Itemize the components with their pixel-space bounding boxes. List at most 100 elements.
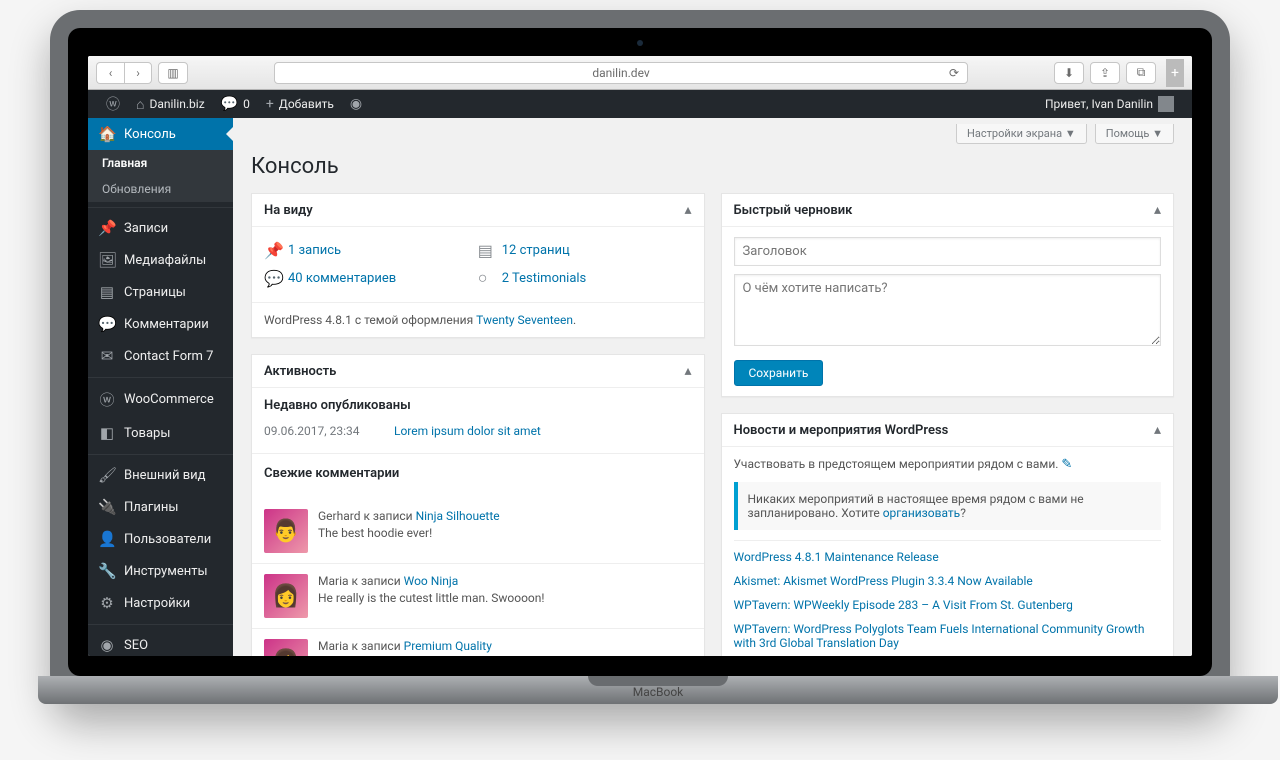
published-item: 09.06.2017, 23:34 Lorem ipsum dolor sit … <box>264 421 692 441</box>
menu-label: Консоль <box>124 127 176 142</box>
news-item: WPTavern: WordPress Polyglots Team Fuels… <box>734 617 1162 655</box>
new-tab-button[interactable]: + <box>1166 59 1184 87</box>
menu-users[interactable]: 👤Пользователи <box>88 523 233 555</box>
plus-icon: + <box>266 96 274 112</box>
theme-link[interactable]: Twenty Seventeen <box>476 313 573 327</box>
page-title: Консоль <box>251 154 1174 179</box>
back-button[interactable]: ‹ <box>96 62 124 84</box>
wp-logo[interactable]: ⓦ <box>98 90 128 118</box>
screen-options-button[interactable]: Настройки экрана ▼ <box>956 124 1087 144</box>
comment-post-link[interactable]: Premium Quality <box>404 639 492 653</box>
wp-version: WordPress 4.8.1 с темой оформления Twent… <box>252 302 704 337</box>
wp-adminbar: ⓦ ⌂Danilin.biz 💬0 +Добавить ◉ Привет, Iv… <box>88 90 1192 118</box>
forward-button[interactable]: › <box>124 62 152 84</box>
news-item-link[interactable]: WPTavern: WPWeekly Episode 283 – A Visit… <box>734 598 1073 612</box>
pub-link[interactable]: Lorem ipsum dolor sit amet <box>394 424 541 438</box>
new-content[interactable]: + Добавить <box>258 90 342 118</box>
news-item: WordPress 4.8.1 Maintenance Release <box>734 545 1162 569</box>
submenu-updates[interactable]: Обновления <box>88 176 233 202</box>
add-label: Добавить <box>279 97 334 111</box>
widget-title: На виду <box>264 203 313 218</box>
organize-link[interactable]: организовать <box>883 506 961 520</box>
news-item-link[interactable]: WPTavern: WordPress Polyglots Team Fuels… <box>734 622 1145 650</box>
comment-item: 👩Maria к записи Premium QualityI didn't … <box>252 628 704 656</box>
pages-icon: ▤ <box>478 241 496 260</box>
comments-link[interactable]: 40 комментариев <box>288 271 396 286</box>
menu-label: SEO <box>124 638 148 653</box>
menu-appearance[interactable]: 🖌 Внешний вид <box>88 459 233 491</box>
pages-link[interactable]: 12 страниц <box>502 243 570 258</box>
seo-adminbar[interactable]: ◉ <box>342 90 370 118</box>
save-button[interactable]: Сохранить <box>734 360 824 386</box>
share-button[interactable]: ⇪ <box>1090 62 1120 84</box>
pin-icon: 📌 <box>98 219 116 237</box>
news-item: Akismet: Akismet WordPress Plugin 3.3.4 … <box>734 569 1162 593</box>
dashboard-icon: 🏠 <box>98 125 116 143</box>
menu-media[interactable]: 🖼Медиафайлы <box>88 244 233 276</box>
toggle-icon[interactable]: ▴ <box>1154 202 1161 218</box>
no-events-notice: Никаких мероприятий в настоящее время ря… <box>734 482 1162 530</box>
news-item-link[interactable]: Akismet: Akismet WordPress Plugin 3.3.4 … <box>734 574 1033 588</box>
draft-title-input[interactable] <box>734 237 1162 266</box>
help-button[interactable]: Помощь ▼ <box>1095 124 1174 144</box>
brush-icon: 🖌 <box>98 466 116 484</box>
avatar-icon: 👨 <box>264 509 308 553</box>
seo-icon: ◉ <box>98 636 116 654</box>
toggle-icon[interactable]: ▴ <box>684 202 691 218</box>
user-greeting[interactable]: Привет, Ivan Danilin <box>1037 90 1182 118</box>
fresh-comments-heading: Свежие комментарии <box>264 466 692 481</box>
wrench-icon: 🔧 <box>98 562 116 580</box>
pin-icon: 📌 <box>264 241 282 260</box>
site-link[interactable]: ⌂Danilin.biz <box>128 90 213 118</box>
plugin-icon: 🔌 <box>98 498 116 516</box>
menu-posts[interactable]: 📌Записи <box>88 212 233 244</box>
menu-plugins[interactable]: 🔌Плагины <box>88 491 233 523</box>
comment-meta: Maria к записи Woo Ninja <box>318 574 544 588</box>
testimonials-link[interactable]: 2 Testimonials <box>502 271 587 286</box>
widget-title: Активность <box>264 364 336 379</box>
news-widget: Новости и мероприятия WordPress ▴ Участв… <box>721 413 1175 656</box>
edit-location-icon[interactable]: ✎ <box>1061 457 1072 472</box>
news-item-link[interactable]: WordPress 4.8.1 Maintenance Release <box>734 550 939 564</box>
menu-pages[interactable]: ▤Страницы <box>88 276 233 308</box>
comment-post-link[interactable]: Woo Ninja <box>404 574 459 588</box>
comment-post-link[interactable]: Ninja Silhouette <box>416 509 500 523</box>
camera-dot <box>637 40 643 46</box>
menu-comments[interactable]: 💬Комментарии <box>88 308 233 340</box>
draft-body-input[interactable] <box>734 274 1162 346</box>
comments-link[interactable]: 💬0 <box>213 90 258 118</box>
home-icon: ⌂ <box>136 96 144 113</box>
menu-settings[interactable]: ⚙ Настройки <box>88 587 233 619</box>
browser-toolbar: ‹ › ▥ ABP danilin.dev ⟳ ⬇ ⇪ ⧉ + <box>88 56 1192 90</box>
news-item: WPTavern: WPWeekly Episode 283 – A Visit… <box>734 593 1162 617</box>
sliders-icon: ⚙ <box>98 594 116 612</box>
menu-dashboard[interactable]: 🏠 Консоль <box>88 118 233 150</box>
menu-label: Настройки <box>124 596 190 611</box>
recent-pub-heading: Недавно опубликованы <box>264 398 692 413</box>
menu-woocommerce[interactable]: ⓦWooCommerce <box>88 382 233 417</box>
submenu-home[interactable]: Главная <box>88 150 233 176</box>
reload-icon[interactable]: ⟳ <box>949 66 959 80</box>
menu-tools[interactable]: 🔧Инструменты <box>88 555 233 587</box>
menu-products[interactable]: ◧Товары <box>88 417 233 449</box>
seo-icon: ◉ <box>350 96 362 112</box>
woo-icon: ⓦ <box>98 389 116 410</box>
comments-count: 0 <box>243 97 250 111</box>
posts-link[interactable]: 1 запись <box>288 243 341 258</box>
menu-seo[interactable]: ◉ SEO <box>88 629 233 656</box>
menu-cf7[interactable]: ✉Contact Form 7 <box>88 340 233 372</box>
tabs-button[interactable]: ⧉ <box>1126 62 1156 84</box>
greeting-text: Привет, Ivan Danilin <box>1045 97 1153 111</box>
media-icon: 🖼 <box>98 251 116 269</box>
menu-label: Внешний вид <box>124 468 206 483</box>
menu-label: Пользователи <box>124 532 211 547</box>
comment-icon: 💬 <box>221 96 238 112</box>
sidebar-button[interactable]: ▥ <box>158 62 188 84</box>
toggle-icon[interactable]: ▴ <box>1154 422 1161 438</box>
url-bar[interactable]: danilin.dev ⟳ <box>274 62 968 84</box>
toggle-icon[interactable]: ▴ <box>684 363 691 379</box>
comment-icon: 💬 <box>98 315 116 333</box>
comment-text: He really is the cutest little man. Swoo… <box>318 591 544 605</box>
mail-icon: ✉ <box>98 347 116 365</box>
downloads-button[interactable]: ⬇ <box>1054 62 1084 84</box>
